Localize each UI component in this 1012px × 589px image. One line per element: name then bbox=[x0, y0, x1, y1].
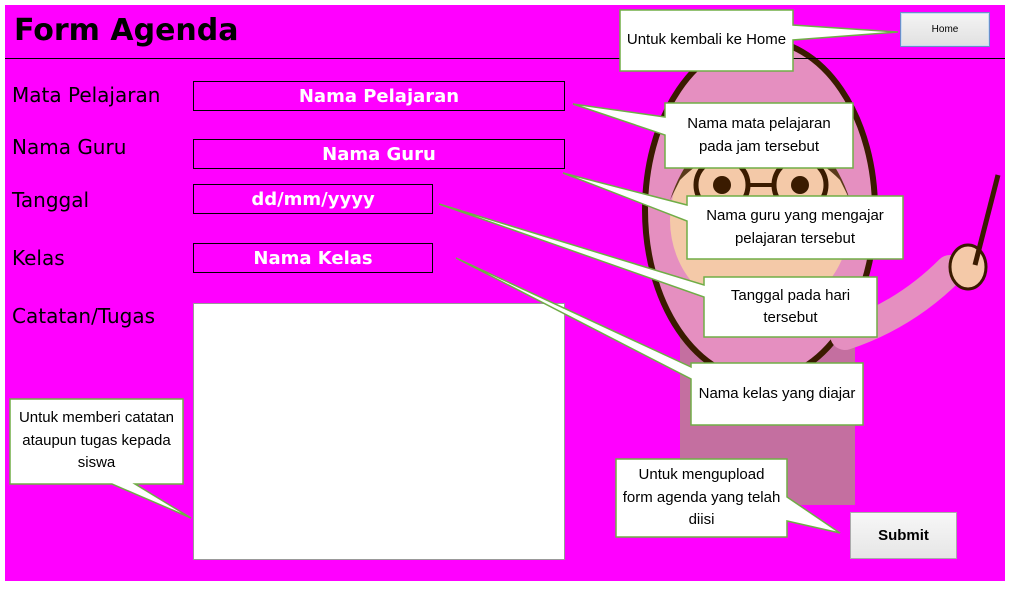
callout-notes-text: Untuk memberi catatan ataupun tugas kepa… bbox=[18, 409, 175, 471]
callout-submit-text: Untuk mengupload form agenda yang telah … bbox=[622, 466, 781, 529]
callout-home-text: Untuk kembali ke Home bbox=[626, 31, 787, 49]
callout-class-text: Nama kelas yang diajar bbox=[698, 384, 856, 402]
callout-date-text: Tanggal pada hari tersebut bbox=[730, 286, 851, 327]
callout-subject-text: Nama mata pelajaran pada jam tersebut bbox=[687, 115, 831, 155]
callout-teacher-text: Nama guru yang mengajar pelajaran terseb… bbox=[706, 207, 884, 247]
form-canvas: Form Agenda Home Mata Pelajaran Nama Gur… bbox=[5, 5, 1005, 581]
